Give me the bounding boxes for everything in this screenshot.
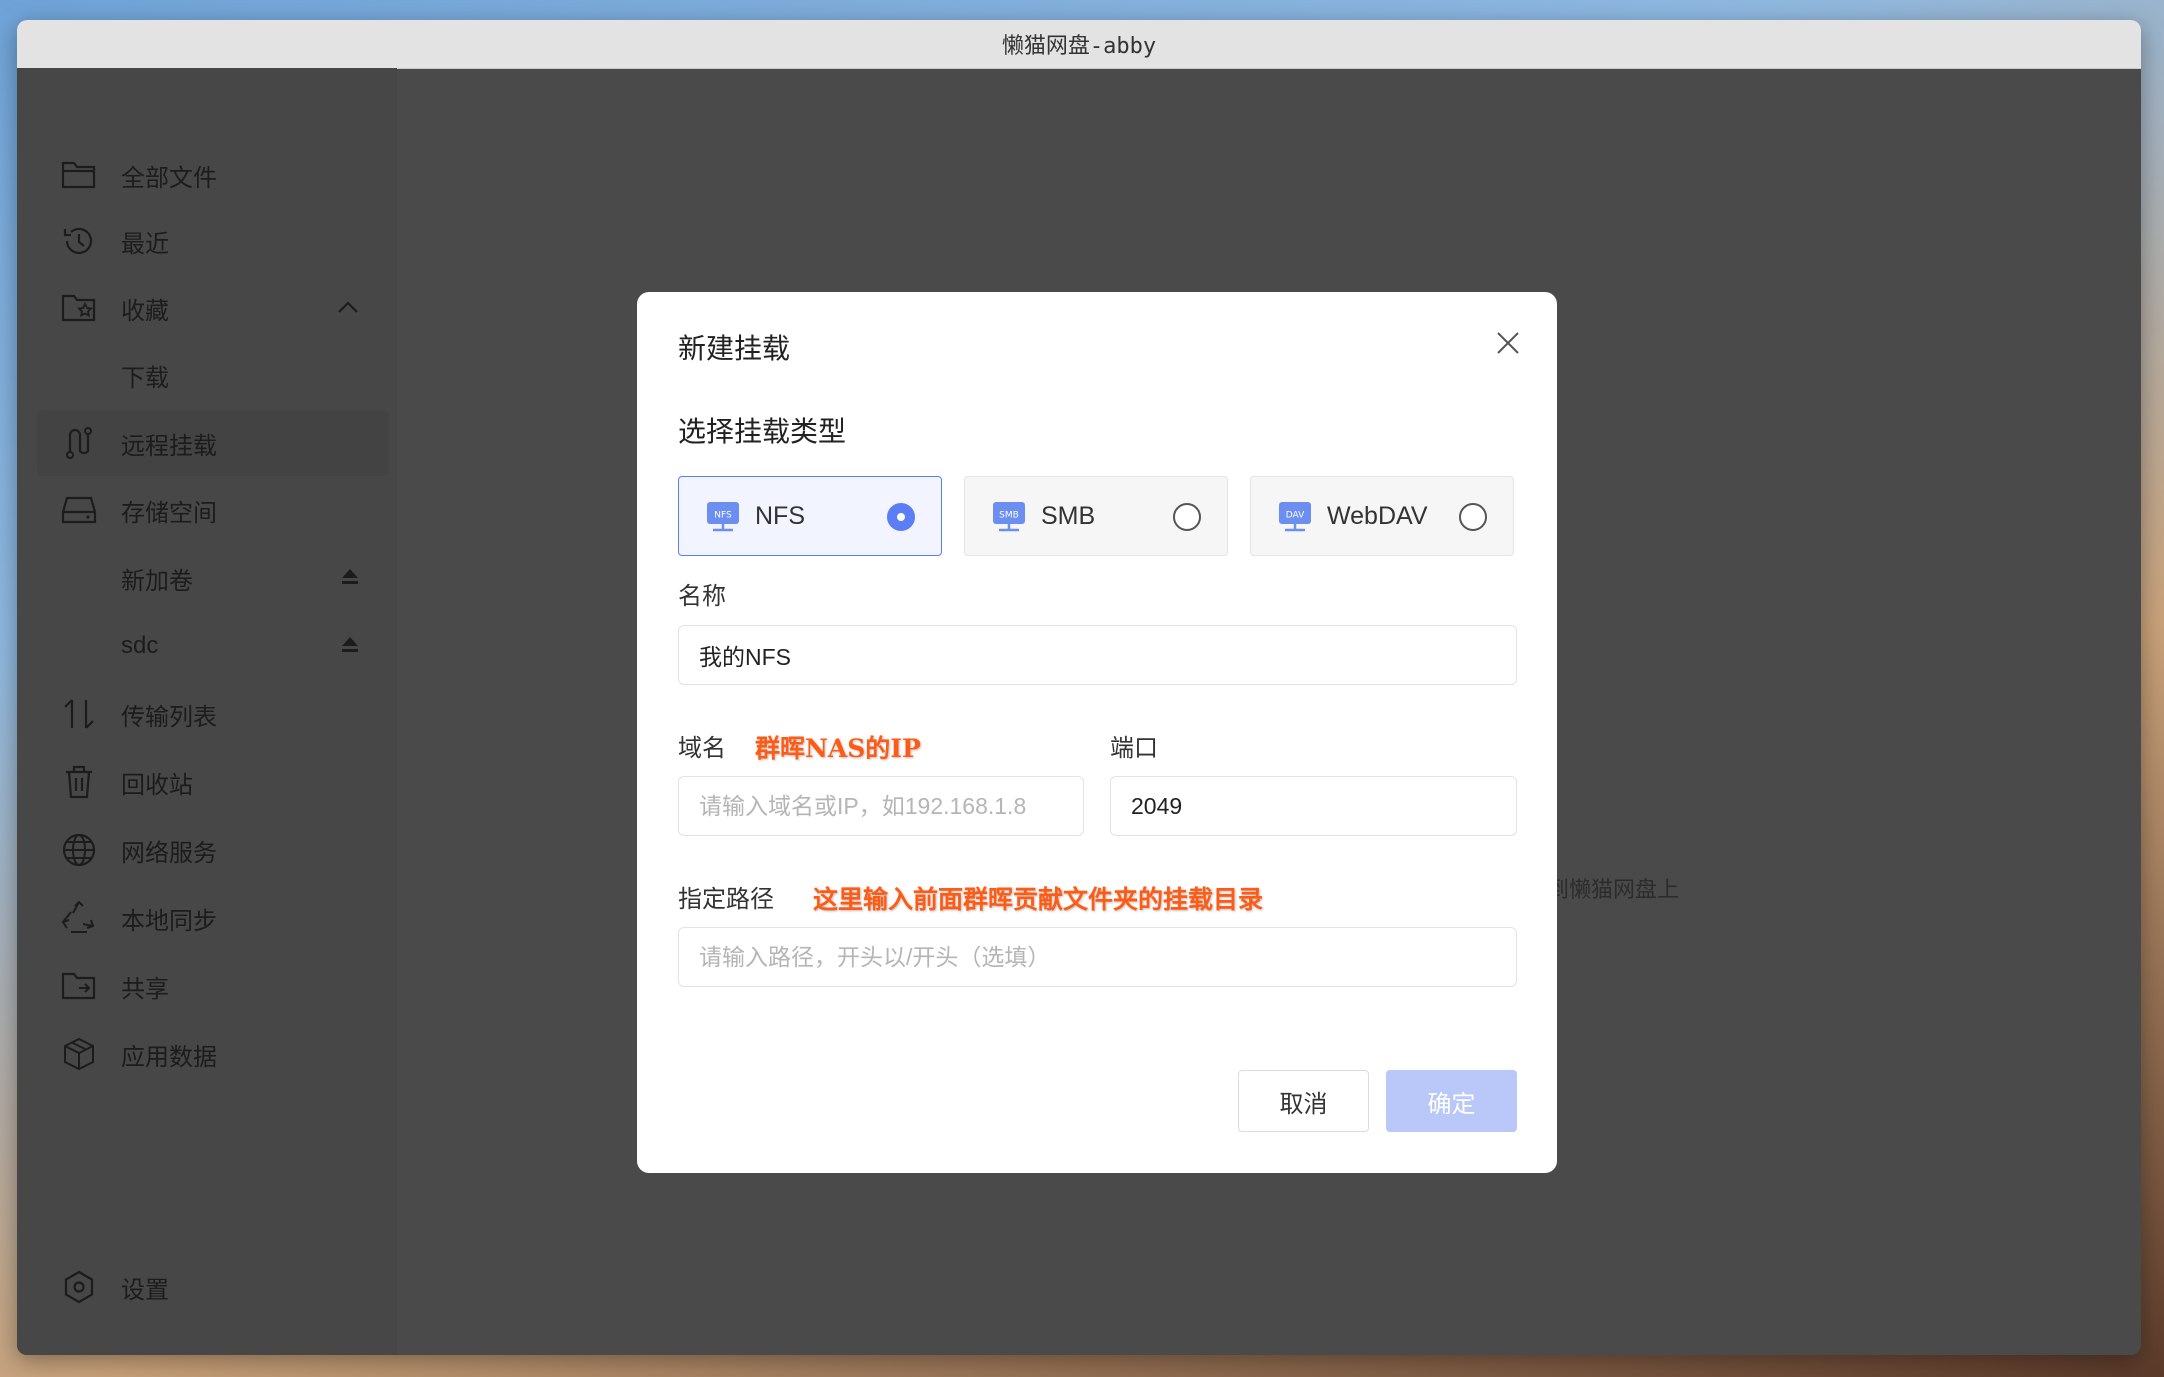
sidebar-item-label: 设置 bbox=[121, 1275, 169, 1304]
folder-share-icon bbox=[59, 966, 99, 1006]
sidebar-item-label: 全部文件 bbox=[121, 163, 217, 192]
sidebar-item-label: 新加卷 bbox=[121, 566, 193, 595]
cube-icon bbox=[59, 1034, 99, 1074]
sidebar-item-label: 网络服务 bbox=[121, 838, 217, 867]
close-icon[interactable] bbox=[1493, 328, 1523, 358]
sidebar-item-remote-mount[interactable]: 远程挂载 bbox=[37, 410, 389, 476]
settings-icon bbox=[59, 1267, 99, 1307]
mount-type-smb[interactable]: SMB SMB bbox=[964, 476, 1228, 556]
transfer-icon bbox=[59, 694, 99, 734]
mount-type-nfs[interactable]: NFS NFS bbox=[678, 476, 942, 556]
title-bar: 懒猫网盘-abby bbox=[17, 20, 2141, 69]
sidebar-item-label: sdc bbox=[121, 632, 159, 659]
domain-input[interactable] bbox=[678, 776, 1084, 836]
sidebar-item-favorites[interactable]: 收藏 bbox=[37, 275, 389, 341]
globe-icon bbox=[59, 830, 99, 870]
name-input[interactable] bbox=[678, 625, 1517, 685]
svg-text:SMB: SMB bbox=[999, 511, 1019, 521]
app-window: 懒猫网盘-abby 全部文件 最近 收藏 下载 远程挂载 存储空间 新加卷 sd… bbox=[17, 20, 2141, 1355]
webdav-server-icon: DAV bbox=[1277, 498, 1313, 534]
mount-type-webdav[interactable]: DAV WebDAV bbox=[1250, 476, 1514, 556]
sidebar-item-label: 远程挂载 bbox=[121, 431, 217, 460]
trash-icon bbox=[59, 762, 99, 802]
dialog-title: 新建挂载 bbox=[678, 332, 791, 365]
radio-selected[interactable] bbox=[887, 503, 915, 531]
background-hint-text: 到懒猫网盘上 bbox=[1547, 878, 1680, 903]
hard-drive-icon bbox=[59, 490, 99, 530]
cancel-button[interactable]: 取消 bbox=[1238, 1070, 1369, 1132]
smb-server-icon: SMB bbox=[991, 498, 1027, 534]
sidebar: 全部文件 最近 收藏 下载 远程挂载 存储空间 新加卷 sdc 传输列表 回收站… bbox=[17, 68, 397, 1355]
sidebar-item-transfers[interactable]: 传输列表 bbox=[37, 681, 389, 747]
sidebar-item-sdc[interactable]: sdc bbox=[37, 613, 389, 679]
confirm-button[interactable]: 确定 bbox=[1386, 1070, 1517, 1132]
sidebar-item-recent[interactable]: 最近 bbox=[37, 208, 389, 274]
folder-open-icon bbox=[59, 155, 99, 195]
svg-text:DAV: DAV bbox=[1286, 511, 1305, 521]
radio-unselected[interactable] bbox=[1173, 503, 1201, 531]
eject-icon[interactable] bbox=[339, 633, 361, 655]
sidebar-item-downloads[interactable]: 下载 bbox=[37, 342, 389, 408]
sidebar-item-network-services[interactable]: 网络服务 bbox=[37, 817, 389, 883]
window-title: 懒猫网盘-abby bbox=[1001, 34, 1157, 59]
mount-type-label: NFS bbox=[755, 501, 805, 530]
mount-type-heading: 选择挂载类型 bbox=[678, 415, 847, 448]
port-label: 端口 bbox=[1110, 734, 1158, 762]
sidebar-item-label: 收藏 bbox=[121, 296, 169, 325]
new-mount-dialog: 新建挂载 选择挂载类型 NFS NFS SMB SMB DAV WebDAV 名… bbox=[637, 292, 1557, 1173]
path-annotation: 这里输入前面群晖贡献文件夹的挂载目录 bbox=[813, 885, 1264, 914]
sidebar-item-app-data[interactable]: 应用数据 bbox=[37, 1021, 389, 1087]
sidebar-item-label: 传输列表 bbox=[121, 702, 217, 731]
sidebar-item-storage[interactable]: 存储空间 bbox=[37, 477, 389, 543]
port-input[interactable] bbox=[1110, 776, 1517, 836]
nfs-server-icon: NFS bbox=[705, 498, 741, 534]
svg-text:NFS: NFS bbox=[714, 511, 732, 521]
sidebar-item-label: 存储空间 bbox=[121, 498, 217, 527]
recycle-sync-icon bbox=[59, 898, 99, 938]
sidebar-item-local-sync[interactable]: 本地同步 bbox=[37, 885, 389, 951]
history-icon bbox=[59, 221, 99, 261]
domain-label: 域名 bbox=[678, 734, 726, 762]
remote-mount-icon bbox=[59, 423, 99, 463]
sidebar-item-label: 应用数据 bbox=[121, 1042, 217, 1071]
sidebar-item-label: 本地同步 bbox=[121, 906, 217, 935]
sidebar-item-label: 共享 bbox=[121, 974, 169, 1003]
chevron-up-icon[interactable] bbox=[335, 295, 361, 321]
sidebar-item-label: 最近 bbox=[121, 229, 169, 258]
path-input[interactable] bbox=[678, 927, 1517, 987]
sidebar-item-share[interactable]: 共享 bbox=[37, 953, 389, 1019]
sidebar-item-all-files[interactable]: 全部文件 bbox=[37, 142, 389, 208]
sidebar-item-label: 回收站 bbox=[121, 770, 193, 799]
mount-type-label: WebDAV bbox=[1327, 501, 1428, 530]
mount-type-label: SMB bbox=[1041, 501, 1096, 530]
domain-annotation: 群晖NAS的IP bbox=[755, 734, 921, 763]
radio-unselected[interactable] bbox=[1459, 503, 1487, 531]
sidebar-item-trash[interactable]: 回收站 bbox=[37, 749, 389, 815]
sidebar-item-settings[interactable]: 设置 bbox=[37, 1254, 389, 1320]
folder-star-icon bbox=[59, 288, 99, 328]
sidebar-item-label: 下载 bbox=[121, 363, 169, 392]
eject-icon[interactable] bbox=[339, 565, 361, 587]
sidebar-item-volume[interactable]: 新加卷 bbox=[37, 545, 389, 611]
name-label: 名称 bbox=[678, 582, 726, 610]
path-label: 指定路径 bbox=[678, 885, 774, 913]
